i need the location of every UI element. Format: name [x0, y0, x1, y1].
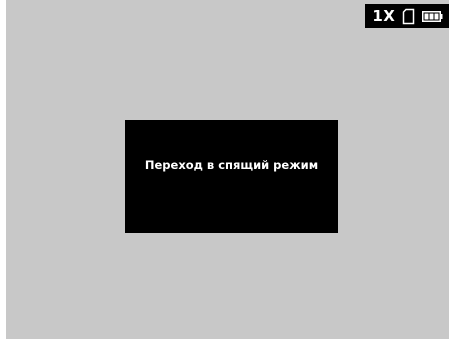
- sleep-mode-dialog: Переход в спящий режим: [125, 120, 338, 233]
- device-screen: 1X Переход в спящий режим: [6, 0, 449, 339]
- sleep-mode-message: Переход в спящий режим: [144, 158, 319, 172]
- battery-full-icon: [421, 10, 443, 22]
- zoom-level: 1X: [372, 7, 396, 25]
- sd-card-icon: [402, 8, 415, 25]
- status-bar: 1X: [365, 4, 449, 28]
